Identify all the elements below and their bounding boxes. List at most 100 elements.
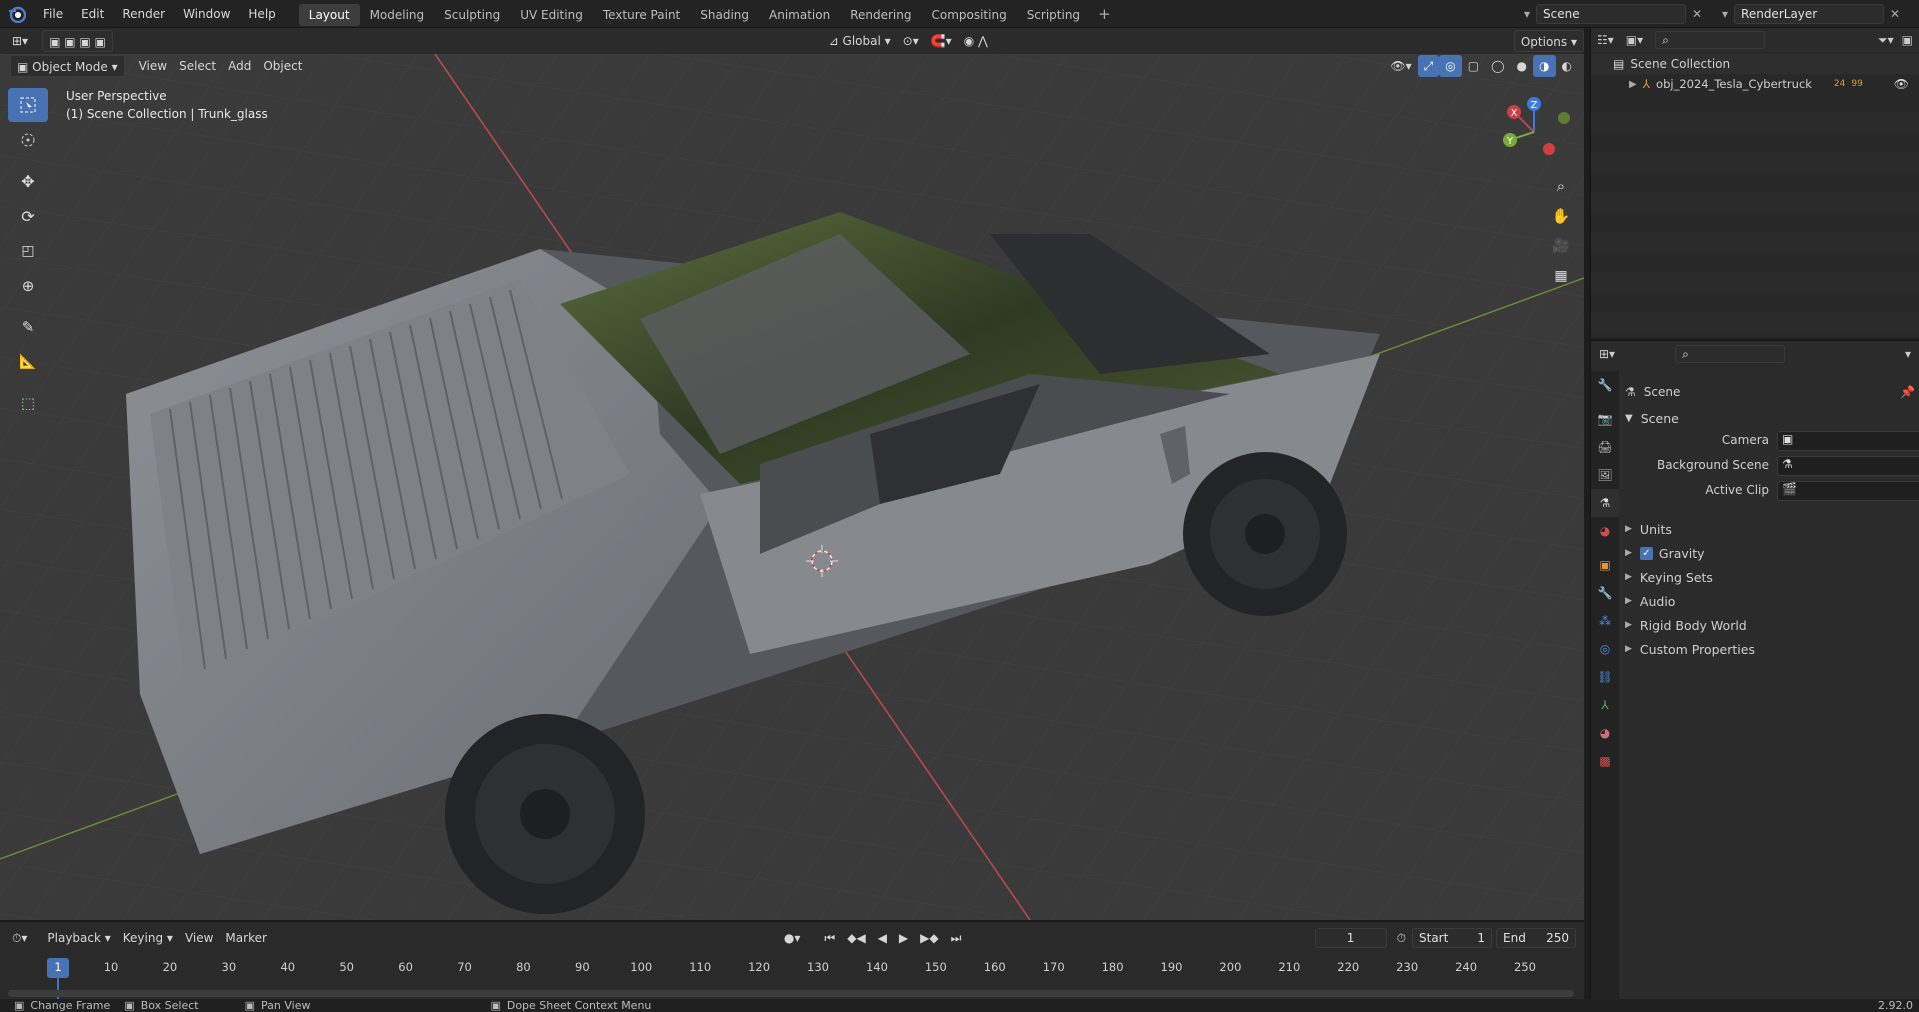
tab-modeling[interactable]: Modeling bbox=[360, 4, 435, 26]
data-tab-icon[interactable]: ⅄ bbox=[1591, 691, 1619, 719]
camera-view-icon[interactable]: 🎥 bbox=[1547, 232, 1575, 260]
section-custom-properties[interactable]: ▶ Custom Properties bbox=[1625, 637, 1915, 661]
gravity-checkbox[interactable]: ✓ bbox=[1639, 546, 1653, 560]
pivot-point-icon[interactable]: ⊙▾ bbox=[897, 30, 925, 52]
outliner-root[interactable]: ▤ Scene Collection bbox=[1591, 54, 1919, 74]
menu-window[interactable]: Window bbox=[174, 0, 239, 28]
menu-render[interactable]: Render bbox=[113, 0, 174, 28]
collapse-icon[interactable]: ▾ bbox=[1905, 347, 1911, 361]
annotate-tool[interactable]: ✎ bbox=[8, 310, 48, 344]
tab-layout[interactable]: Layout bbox=[298, 4, 360, 26]
close-icon[interactable]: ✕ bbox=[1890, 7, 1900, 21]
timeline-scrollbar[interactable] bbox=[8, 990, 1574, 997]
eye-icon[interactable]: 👁 bbox=[1894, 77, 1909, 91]
tab-rendering[interactable]: Rendering bbox=[840, 4, 921, 26]
visibility-icon[interactable]: 👁▾ bbox=[1384, 55, 1417, 77]
overlay-toggle-icon[interactable]: ◎ bbox=[1439, 55, 1462, 77]
move-tool[interactable]: ✥ bbox=[8, 164, 48, 198]
snap-icon[interactable]: 🧲▾ bbox=[925, 30, 958, 52]
viewport-menu-select[interactable]: Select bbox=[173, 55, 222, 77]
section-keying-sets[interactable]: ▶ Keying Sets bbox=[1625, 565, 1915, 589]
ortho-grid-icon[interactable]: ▦ bbox=[1547, 262, 1575, 290]
pin-icon[interactable]: 📌 bbox=[1900, 385, 1915, 399]
viewport-canvas[interactable] bbox=[0, 54, 1584, 920]
props-editor-type-icon[interactable]: ⊞▾ bbox=[1599, 347, 1615, 361]
menu-file[interactable]: File bbox=[34, 0, 72, 28]
object-mode-select[interactable]: ▣ Object Mode ▾ bbox=[10, 55, 125, 77]
background-scene-field[interactable]: ⚗ bbox=[1777, 456, 1919, 476]
display-mode-icon[interactable]: ▣▾ bbox=[1626, 33, 1643, 47]
outliner-item[interactable]: ▶ ⅄ obj_2024_Tesla_Cybertruck 24 99 👁 bbox=[1591, 74, 1919, 94]
tab-scripting[interactable]: Scripting bbox=[1017, 4, 1090, 26]
world-tab-icon[interactable]: ◕ bbox=[1591, 517, 1619, 545]
scene-icon[interactable]: ▾ bbox=[1524, 7, 1530, 21]
tool-tab-icon[interactable]: 🔧 bbox=[1591, 371, 1619, 399]
viewport-menu-add[interactable]: Add bbox=[222, 55, 257, 77]
outliner-editor-type-icon[interactable]: ☷▾ bbox=[1597, 33, 1614, 47]
pan-hand-icon[interactable]: ✋ bbox=[1547, 202, 1575, 230]
3d-viewport[interactable]: User Perspective (1) Scene Collection | … bbox=[0, 54, 1584, 920]
section-rigid-body-world[interactable]: ▶ Rigid Body World bbox=[1625, 613, 1915, 637]
gizmo-toggle-icon[interactable]: ⤢ bbox=[1417, 55, 1440, 77]
proportional-edit-icon[interactable]: ◉ ⋀ bbox=[958, 30, 994, 52]
add-workspace-icon[interactable]: + bbox=[1090, 5, 1119, 23]
output-tab-icon[interactable]: 🖨 bbox=[1591, 433, 1619, 461]
material-tab-icon[interactable]: ◕ bbox=[1591, 719, 1619, 747]
options-dropdown[interactable]: Options ▾ bbox=[1513, 30, 1584, 52]
active-clip-field[interactable]: 🎬 bbox=[1777, 481, 1919, 501]
shading-rendered-icon[interactable]: ◐ bbox=[1556, 55, 1578, 77]
tab-shading[interactable]: Shading bbox=[690, 4, 759, 26]
scene-tab-icon[interactable]: ⚗ bbox=[1591, 489, 1619, 517]
xray-icon[interactable]: ▢ bbox=[1462, 55, 1485, 77]
tab-sculpting[interactable]: Sculpting bbox=[434, 4, 510, 26]
physics-tab-icon[interactable]: ◎ bbox=[1591, 635, 1619, 663]
transform-tool[interactable]: ⊕ bbox=[8, 269, 48, 303]
scene-panel-header[interactable]: ▼ Scene bbox=[1625, 407, 1915, 429]
renderlayer-field[interactable]: RenderLayer bbox=[1734, 4, 1885, 24]
viewport-menu-view[interactable]: View bbox=[133, 55, 173, 77]
transform-orientation-select[interactable]: ⊿ Global ▾ bbox=[823, 30, 897, 52]
zoom-icon[interactable]: ⌕ bbox=[1547, 172, 1575, 200]
select-box-tool[interactable] bbox=[8, 88, 48, 122]
object-tab-icon[interactable]: ▣ bbox=[1591, 551, 1619, 579]
menu-edit[interactable]: Edit bbox=[72, 0, 113, 28]
section-audio[interactable]: ▶ Audio bbox=[1625, 589, 1915, 613]
tab-uv-editing[interactable]: UV Editing bbox=[510, 4, 593, 26]
view-layer-tab-icon[interactable]: 🖼 bbox=[1591, 461, 1619, 489]
expand-arrow-icon[interactable]: ▶ bbox=[1629, 79, 1637, 90]
modifier-tab-icon[interactable]: 🔧 bbox=[1591, 579, 1619, 607]
editor-type-icon[interactable]: ⊞▾ bbox=[6, 30, 34, 52]
shading-solid-icon[interactable]: ● bbox=[1511, 55, 1533, 77]
render-tab-icon[interactable]: 📷 bbox=[1591, 405, 1619, 433]
props-search-input[interactable]: ⌕ bbox=[1675, 345, 1786, 363]
tab-animation[interactable]: Animation bbox=[759, 4, 840, 26]
viewport-menu-object[interactable]: Object bbox=[257, 55, 308, 77]
section-units[interactable]: ▶ Units bbox=[1625, 517, 1915, 541]
shading-wireframe-icon[interactable]: ◯ bbox=[1485, 55, 1510, 77]
menu-help[interactable]: Help bbox=[239, 0, 284, 28]
tab-compositing[interactable]: Compositing bbox=[921, 4, 1016, 26]
rotate-tool[interactable]: ⟳ bbox=[8, 199, 48, 233]
scene-field[interactable]: Scene bbox=[1536, 4, 1687, 24]
renderlayer-icon[interactable]: ▾ bbox=[1722, 7, 1728, 21]
particles-tab-icon[interactable]: ⁂ bbox=[1591, 607, 1619, 635]
frame-tick: 200 bbox=[1219, 960, 1242, 974]
section-gravity[interactable]: ▶ ✓ Gravity bbox=[1625, 541, 1915, 565]
tab-texture-paint[interactable]: Texture Paint bbox=[593, 4, 690, 26]
select-mode-buttons[interactable]: ▣ ▣ ▣ ▣ bbox=[42, 30, 113, 52]
frame-tick: 140 bbox=[865, 960, 888, 974]
scale-tool[interactable]: ◰ bbox=[8, 234, 48, 268]
cursor-tool[interactable] bbox=[8, 123, 48, 157]
add-cube-tool[interactable]: ⬚ bbox=[8, 386, 48, 420]
close-icon[interactable]: ✕ bbox=[1692, 7, 1702, 21]
blender-logo-icon[interactable] bbox=[0, 0, 34, 28]
shading-material-icon[interactable]: ◑ bbox=[1533, 55, 1556, 77]
constraints-tab-icon[interactable]: ⛓ bbox=[1591, 663, 1619, 691]
navigation-gizmo[interactable]: Z X Y bbox=[1492, 94, 1582, 174]
measure-tool[interactable]: 📐 bbox=[8, 345, 48, 379]
filter-icon[interactable]: ⏷▾ bbox=[1878, 33, 1894, 48]
outliner-search-input[interactable]: ⌕ bbox=[1655, 31, 1766, 49]
new-collection-icon[interactable]: ▣ bbox=[1902, 33, 1913, 47]
texture-tab-icon[interactable]: ▩ bbox=[1591, 747, 1619, 775]
camera-field[interactable]: ▣ ✎ bbox=[1777, 431, 1919, 451]
